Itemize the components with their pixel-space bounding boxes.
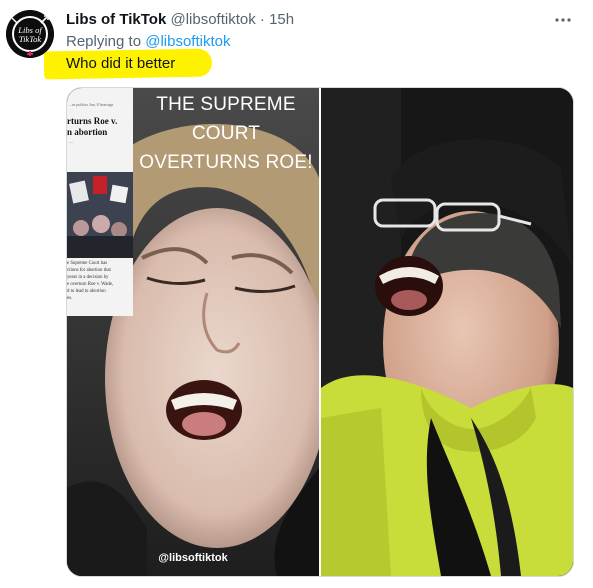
article-headline: rturns Roe v. n abortion [67,116,118,137]
tweet-header: Libs of TikTok @libsoftiktok · 15h [66,11,294,28]
tweet-text: Who did it better [66,55,176,72]
article-photo [67,172,133,258]
replying-to: Replying to @libsoftiktok [66,33,230,50]
more-dots-icon [555,18,571,22]
avatar-text-2: TikTok [19,34,42,44]
media-grid[interactable]: ...rn politics Jun. 8 hearings rturns Ro… [66,87,574,577]
article-body: e Supreme Court has ctions for abortion … [67,261,114,301]
replying-to-label: Replying to [66,33,142,50]
more-options-button[interactable] [548,6,578,32]
media-right-image[interactable] [321,88,573,576]
right-figure-illustration [321,88,573,576]
news-article-screenshot: ...rn politics Jun. 8 hearings rturns Ro… [67,88,133,316]
author-name[interactable]: Libs of TikTok [66,11,166,28]
tweet[interactable]: Libs of TikTok Libs of TikTok @libsoftik… [0,0,593,588]
caption-line-2: OVERTURNS ROE! [139,152,313,173]
article-top-bar: ...rn politics Jun. 8 hearings [69,102,114,107]
timestamp[interactable]: 15h [269,11,294,28]
video-caption: THE SUPREME COURT OVERTURNS ROE! [133,90,319,177]
media-left-image[interactable]: ...rn politics Jun. 8 hearings rturns Ro… [67,88,319,576]
author-handle[interactable]: @libsoftiktok [170,11,255,28]
article-byline: ... [69,140,73,145]
caption-line-1: THE SUPREME COURT [156,94,296,144]
separator-dot: · [259,11,265,28]
watermark: @libsoftiktok [158,552,228,564]
replying-to-handle[interactable]: @libsoftiktok [145,33,230,50]
